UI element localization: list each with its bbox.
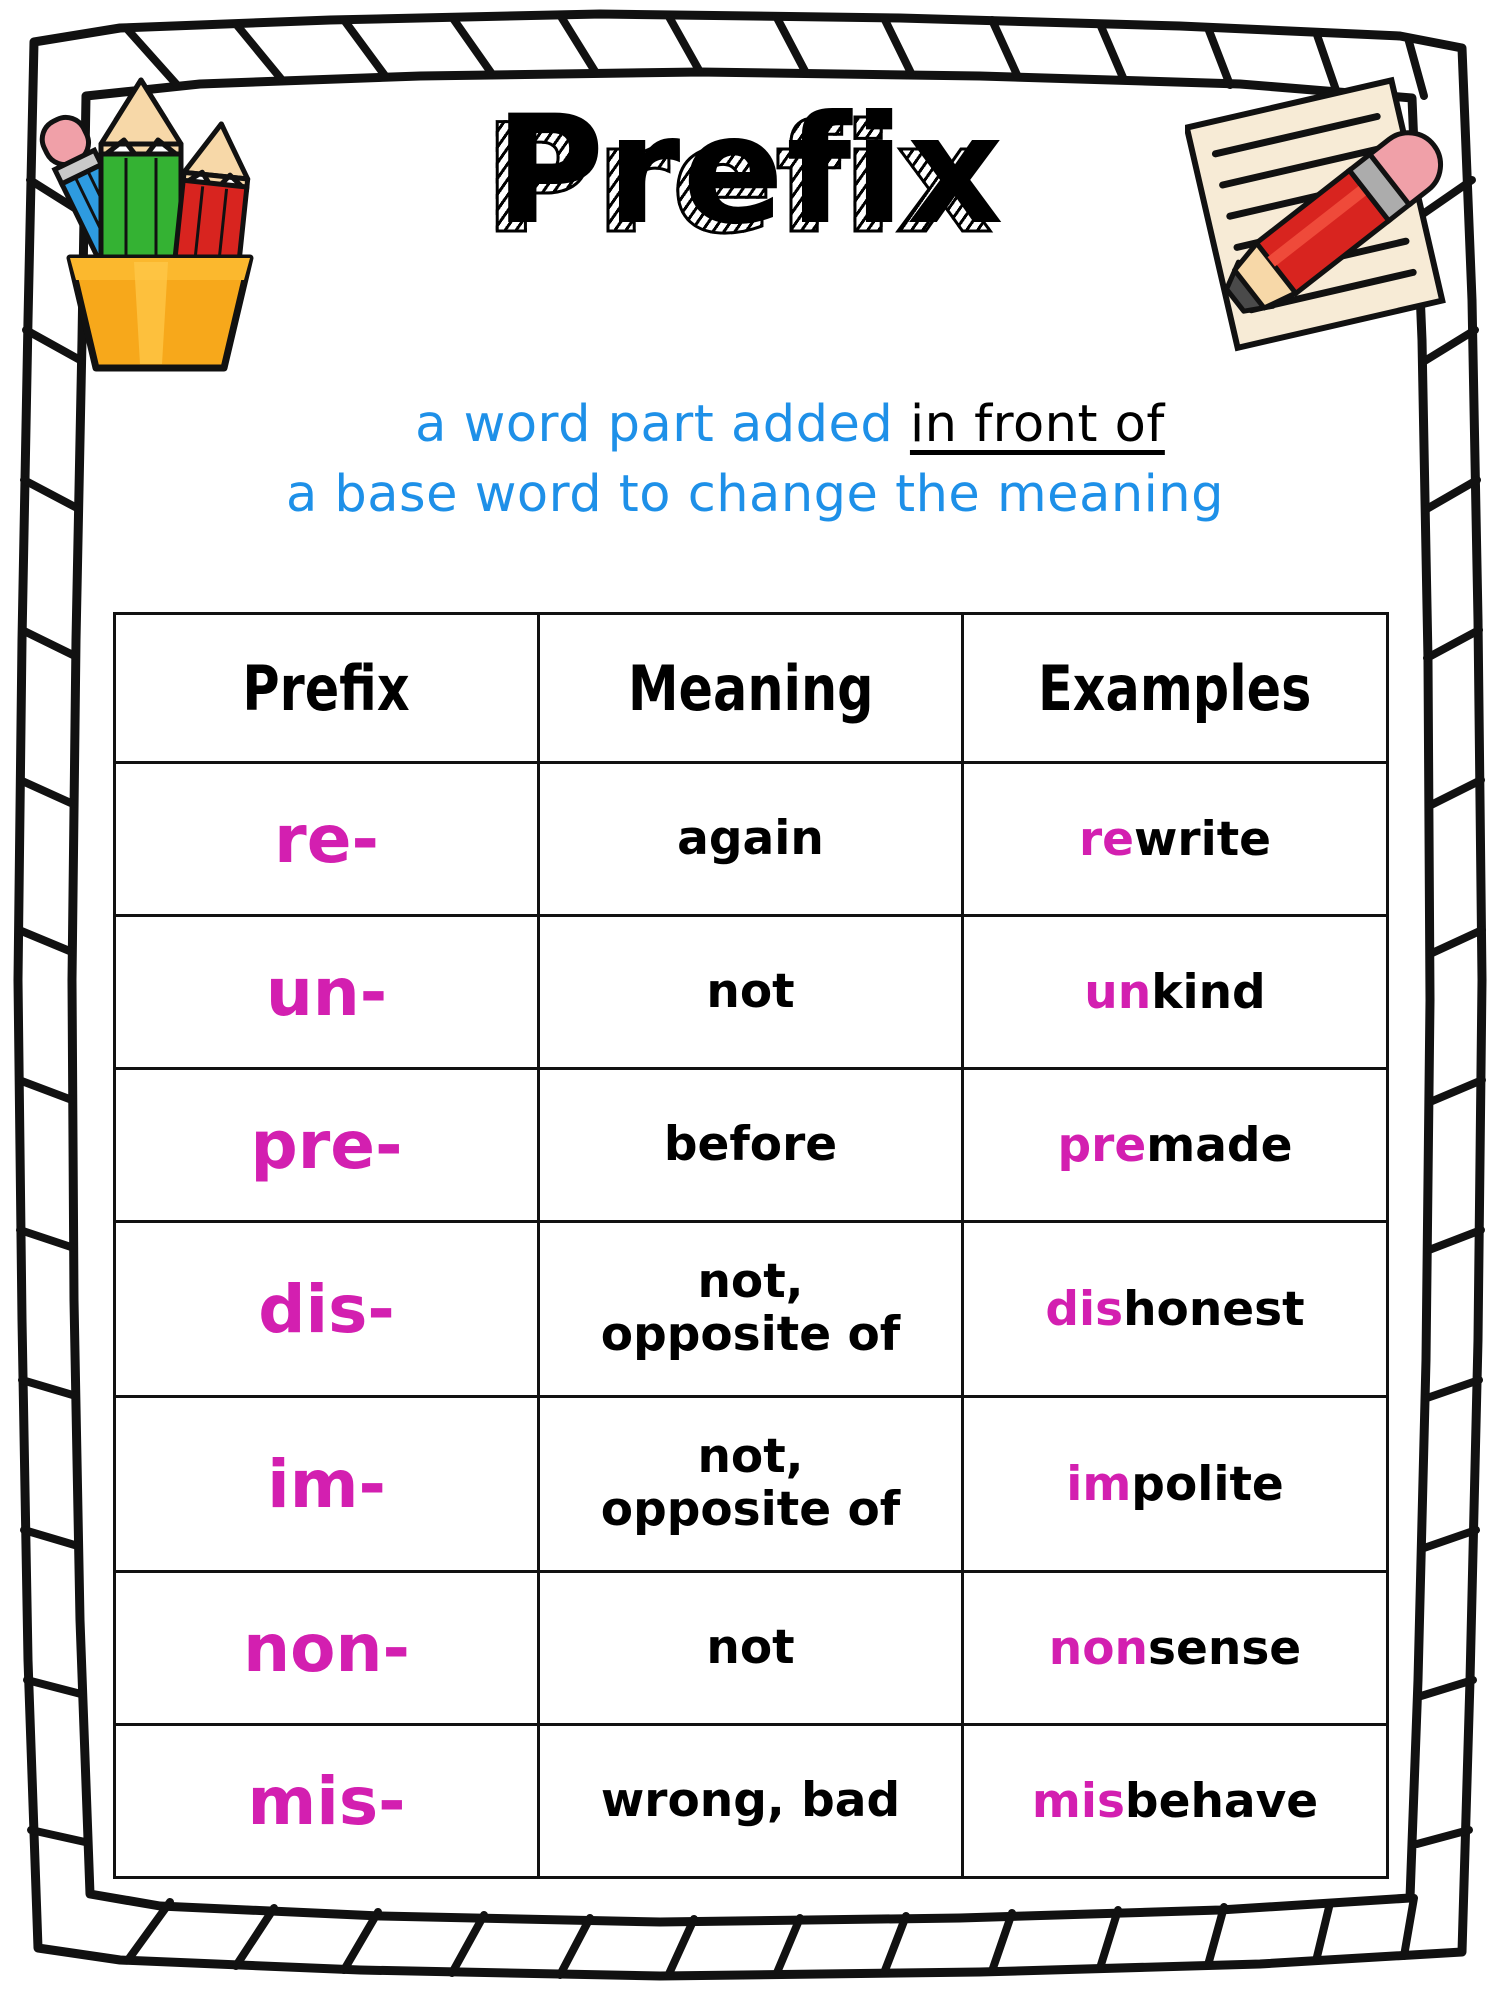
example-prefix-part: un: [1084, 964, 1152, 1020]
subtitle-line-1: a word part added in front of: [120, 390, 1390, 460]
subtitle-line-1-plain: a word part added: [415, 395, 910, 454]
prefix-value: im-: [267, 1445, 386, 1523]
cell-meaning: not: [537, 1570, 964, 1726]
prefix-value: non-: [243, 1609, 410, 1687]
cell-example: nonsense: [961, 1570, 1389, 1726]
example-prefix-part: non: [1048, 1620, 1149, 1676]
prefix-reference-table: Prefix Meaning Examples re- again rewrit…: [113, 612, 1389, 1879]
column-header-prefix-label: Prefix: [242, 651, 411, 725]
meaning-value: not: [706, 963, 795, 1019]
prefix-anchor-chart-poster: Prefix Prefix a word part added in front…: [0, 0, 1500, 2000]
cell-prefix: dis-: [113, 1220, 540, 1398]
table-row: pre- before premade: [113, 1067, 1389, 1223]
table-row: mis- wrong, bad misbehave: [113, 1723, 1389, 1879]
table-header-row: Prefix Meaning Examples: [113, 612, 1389, 764]
column-header-prefix: Prefix: [113, 612, 540, 764]
meaning-value: again: [677, 810, 824, 866]
prefix-value: dis-: [258, 1270, 395, 1348]
cell-prefix: non-: [113, 1570, 540, 1726]
table-row: non- not nonsense: [113, 1570, 1389, 1726]
example-value: rewrite: [1079, 812, 1271, 867]
example-base-part: honest: [1123, 1281, 1305, 1337]
cell-prefix: im-: [113, 1395, 540, 1573]
column-header-examples-label: Examples: [1038, 651, 1312, 725]
cell-meaning: not, opposite of: [537, 1395, 964, 1573]
column-header-examples: Examples: [961, 612, 1389, 764]
example-base-part: sense: [1148, 1620, 1302, 1676]
example-value: impolite: [1066, 1457, 1284, 1512]
example-value: nonsense: [1049, 1621, 1301, 1676]
cell-prefix: pre-: [113, 1067, 540, 1223]
cell-prefix: un-: [113, 914, 540, 1070]
cell-prefix: re-: [113, 761, 540, 917]
meaning-value: before: [663, 1116, 838, 1172]
column-header-meaning: Meaning: [537, 612, 964, 764]
meaning-value: not: [706, 1619, 795, 1675]
page-title: Prefix Prefix: [0, 96, 1500, 257]
example-base-part: kind: [1151, 964, 1266, 1020]
example-prefix-part: mis: [1031, 1773, 1125, 1829]
column-header-meaning-label: Meaning: [627, 651, 874, 725]
example-value: unkind: [1084, 965, 1265, 1020]
title-text: Prefix: [494, 84, 1006, 258]
meaning-value: not, opposite of: [600, 1429, 901, 1537]
example-base-part: behave: [1124, 1773, 1319, 1829]
example-prefix-part: pre: [1057, 1117, 1147, 1173]
meaning-value: wrong, bad: [600, 1772, 901, 1828]
definition-subtitle: a word part added in front of a base wor…: [120, 390, 1390, 531]
cell-prefix: mis-: [113, 1723, 540, 1879]
prefix-value: mis-: [247, 1762, 406, 1840]
meaning-value: not, opposite of: [600, 1254, 901, 1362]
cell-meaning: not: [537, 914, 964, 1070]
cell-example: misbehave: [961, 1723, 1389, 1879]
cell-meaning: not, opposite of: [537, 1220, 964, 1398]
example-value: misbehave: [1032, 1774, 1318, 1829]
cell-example: impolite: [961, 1395, 1389, 1573]
cell-example: unkind: [961, 914, 1389, 1070]
cell-meaning: before: [537, 1067, 964, 1223]
example-value: premade: [1058, 1118, 1293, 1173]
cell-example: dishonest: [961, 1220, 1389, 1398]
subtitle-emphasis-in-front-of: in front of: [909, 395, 1165, 454]
table-row: dis- not, opposite of dishonest: [113, 1220, 1389, 1398]
example-value: dishonest: [1045, 1282, 1304, 1337]
prefix-value: re-: [274, 800, 379, 878]
example-prefix-part: im: [1066, 1456, 1132, 1512]
table-row: un- not unkind: [113, 914, 1389, 1070]
prefix-value: pre-: [250, 1106, 403, 1184]
cell-meaning: again: [537, 761, 964, 917]
example-prefix-part: dis: [1045, 1281, 1124, 1337]
subtitle-line-2: a base word to change the meaning: [285, 465, 1225, 525]
cell-example: rewrite: [961, 761, 1389, 917]
example-base-part: write: [1134, 811, 1272, 867]
table-row: re- again rewrite: [113, 761, 1389, 917]
example-base-part: polite: [1131, 1456, 1284, 1512]
example-base-part: made: [1146, 1117, 1293, 1173]
title-stack: Prefix Prefix: [482, 96, 1005, 257]
table-row: im- not, opposite of impolite: [113, 1395, 1389, 1573]
cell-example: premade: [961, 1067, 1389, 1223]
prefix-value: un-: [265, 953, 388, 1031]
cell-meaning: wrong, bad: [537, 1723, 964, 1879]
example-prefix-part: re: [1078, 811, 1134, 867]
